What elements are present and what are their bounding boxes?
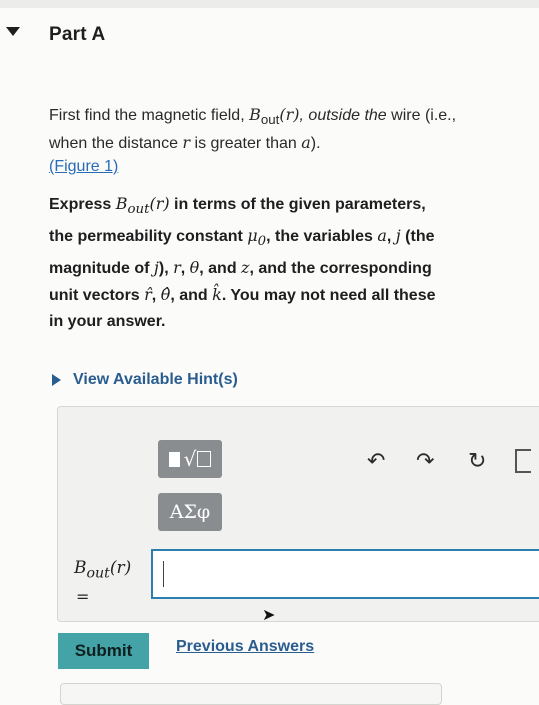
answer-label: Bout(r) = (74, 558, 132, 607)
answer-panel: √ ΑΣφ ↶ ↷ ↻ Bout(r) = ➤ (57, 406, 539, 624)
answer-input[interactable] (151, 549, 539, 599)
part-title: Part A (49, 24, 106, 45)
greek-symbols-button[interactable]: ΑΣφ (158, 493, 222, 531)
redo-icon[interactable]: ↷ (416, 449, 434, 474)
templates-button[interactable]: √ (158, 440, 222, 478)
sqrt-icon: √ (183, 447, 197, 471)
collapse-arrow-icon[interactable] (6, 27, 20, 36)
intro-paragraph: First find the magnetic field, Bout(r), … (49, 105, 457, 176)
undo-icon[interactable]: ↶ (367, 449, 385, 474)
submit-button[interactable]: Submit (58, 633, 149, 669)
caret-right-icon (52, 374, 61, 386)
template-placeholder-icon (197, 451, 212, 467)
mouse-cursor-icon: ➤ (262, 607, 276, 624)
previous-answers-link[interactable]: Previous Answers (176, 638, 314, 656)
reset-icon[interactable]: ↻ (468, 449, 486, 474)
figure-link[interactable]: (Figure 1) (49, 158, 118, 175)
hints-toggle[interactable]: View Available Hint(s) (52, 371, 238, 389)
keyboard-icon[interactable] (515, 449, 531, 473)
feedback-box (60, 683, 442, 705)
hints-label[interactable]: View Available Hint(s) (73, 371, 238, 389)
top-divider (0, 0, 539, 8)
express-paragraph: Express Bout(r) in terms of the given pa… (49, 194, 436, 331)
template-box-icon (168, 451, 180, 467)
text-caret (163, 561, 164, 587)
